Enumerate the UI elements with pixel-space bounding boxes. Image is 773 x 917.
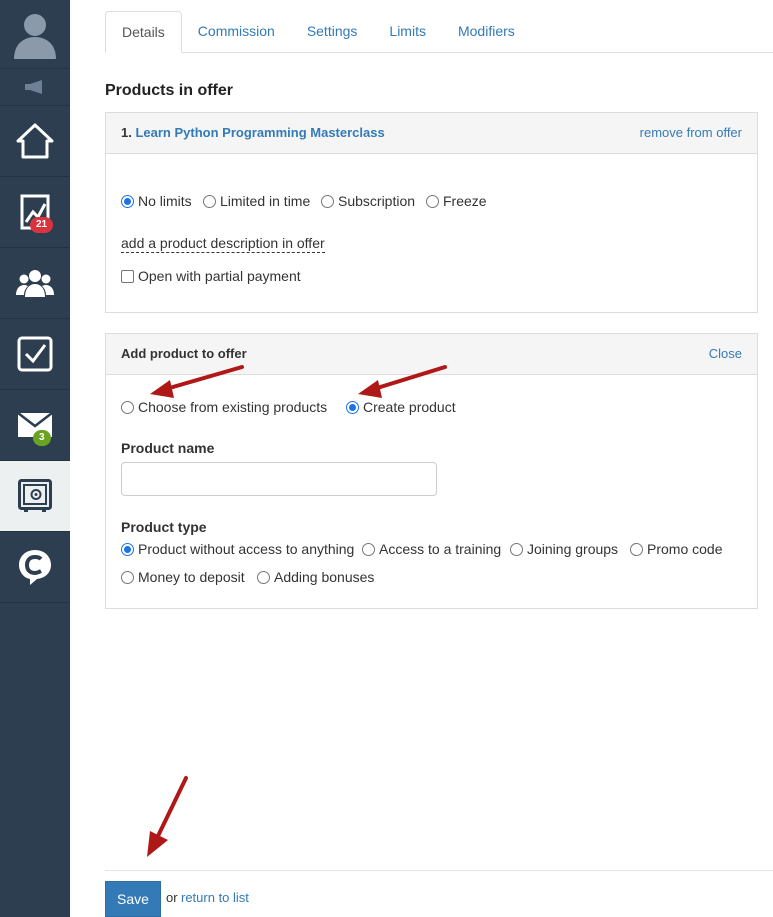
avatar[interactable] bbox=[0, 0, 70, 69]
add-product-title: Add product to offer bbox=[121, 346, 247, 361]
type-option-deposit[interactable]: Money to deposit bbox=[121, 569, 245, 585]
home-icon bbox=[16, 123, 54, 159]
close-link[interactable]: Close bbox=[709, 346, 742, 361]
type-option-groups[interactable]: Joining groups bbox=[510, 541, 618, 557]
main-content: Details Commission Settings Limits Modif… bbox=[70, 0, 773, 917]
offer-product-header: 1. Learn Python Programming Masterclass … bbox=[106, 113, 757, 154]
radio-dot bbox=[362, 542, 375, 556]
radio-dot bbox=[121, 194, 134, 208]
access-options-group: No limits bbox=[121, 193, 192, 211]
radio-label: Freeze bbox=[443, 193, 487, 209]
product-name-input[interactable] bbox=[121, 462, 437, 496]
tasks-checkbox-icon bbox=[17, 336, 53, 372]
access-option-limited-time[interactable]: Limited in time bbox=[203, 193, 310, 209]
reports-badge: 21 bbox=[30, 217, 54, 233]
radio-label: Promo code bbox=[647, 541, 723, 557]
announcements-item[interactable] bbox=[0, 69, 70, 106]
remove-from-offer-link[interactable]: remove from offer bbox=[640, 125, 742, 140]
product-name-link[interactable]: Learn Python Programming Masterclass bbox=[135, 125, 384, 140]
or-text: or bbox=[166, 890, 178, 905]
radio-dot bbox=[257, 570, 270, 584]
offer-product-title: 1. Learn Python Programming Masterclass bbox=[121, 125, 385, 140]
return-to-list-link[interactable]: return to list bbox=[181, 890, 249, 905]
megaphone-icon bbox=[25, 80, 42, 94]
users-icon bbox=[16, 270, 54, 297]
radio-dot bbox=[121, 542, 134, 556]
radio-label: Choose from existing products bbox=[138, 399, 328, 415]
radio-dot bbox=[510, 542, 523, 556]
radio-label: No limits bbox=[138, 193, 192, 209]
source-option-create[interactable]: Create product bbox=[346, 399, 456, 415]
radio-dot bbox=[426, 194, 439, 208]
checkbox-label: Open with partial payment bbox=[138, 268, 301, 284]
radio-label: Adding bonuses bbox=[274, 569, 375, 585]
sidebar-item-tasks[interactable] bbox=[0, 319, 70, 390]
sidebar-item-shop[interactable] bbox=[0, 461, 70, 532]
checkbox-box bbox=[121, 269, 134, 283]
partial-payment-checkbox[interactable]: Open with partial payment bbox=[121, 268, 301, 284]
radio-label: Subscription bbox=[338, 193, 416, 209]
access-option-subscription[interactable]: Subscription bbox=[321, 193, 415, 209]
product-type-label: Product type bbox=[121, 519, 207, 535]
radio-label: Product without access to anything bbox=[138, 541, 355, 557]
tab-modifiers[interactable]: Modifiers bbox=[442, 11, 531, 53]
radio-label: Limited in time bbox=[220, 193, 311, 209]
safe-icon bbox=[18, 479, 52, 512]
radio-label: Money to deposit bbox=[138, 569, 245, 585]
type-option-promo[interactable]: Promo code bbox=[630, 541, 722, 557]
radio-dot bbox=[630, 542, 643, 556]
messages-badge: 3 bbox=[33, 430, 51, 446]
type-option-no-access[interactable]: Product without access to anything bbox=[121, 541, 354, 557]
avatar-icon bbox=[14, 14, 56, 59]
offer-product-panel: 1. Learn Python Programming Masterclass … bbox=[105, 112, 758, 313]
tab-bar: Details Commission Settings Limits Modif… bbox=[105, 11, 773, 53]
type-option-bonuses[interactable]: Adding bonuses bbox=[257, 569, 374, 585]
tab-settings[interactable]: Settings bbox=[291, 11, 374, 53]
radio-dot bbox=[121, 570, 134, 584]
sidebar: 21 3 bbox=[0, 0, 70, 917]
sidebar-item-chat[interactable] bbox=[0, 532, 70, 603]
sidebar-item-home[interactable] bbox=[0, 106, 70, 177]
access-option-freeze[interactable]: Freeze bbox=[426, 193, 487, 209]
tab-details[interactable]: Details bbox=[105, 11, 182, 53]
radio-dot bbox=[321, 194, 334, 208]
radio-label: Access to a training bbox=[379, 541, 502, 557]
radio-label: Joining groups bbox=[527, 541, 619, 557]
radio-dot bbox=[346, 400, 359, 414]
radio-label: Create product bbox=[363, 399, 456, 415]
add-product-panel: Add product to offer Close Choose from e… bbox=[105, 333, 758, 609]
product-name-label: Product name bbox=[121, 440, 215, 456]
type-option-training[interactable]: Access to a training bbox=[362, 541, 501, 557]
tab-commission[interactable]: Commission bbox=[182, 11, 291, 53]
radio-dot bbox=[121, 400, 134, 414]
sidebar-item-reports[interactable]: 21 bbox=[0, 177, 70, 248]
product-number: 1. bbox=[121, 125, 132, 140]
sidebar-item-messages[interactable]: 3 bbox=[0, 390, 70, 461]
radio-dot bbox=[203, 194, 216, 208]
save-button[interactable]: Save bbox=[105, 881, 161, 917]
tab-limits[interactable]: Limits bbox=[373, 11, 442, 53]
source-option-existing[interactable]: Choose from existing products bbox=[121, 399, 327, 415]
chat-c-icon bbox=[19, 550, 51, 585]
add-description-link[interactable]: add a product description in offer bbox=[121, 235, 325, 253]
page-title: Products in offer bbox=[105, 82, 234, 99]
access-option-no-limits[interactable]: No limits bbox=[121, 193, 192, 209]
sidebar-item-users[interactable] bbox=[0, 248, 70, 319]
add-product-header: Add product to offer Close bbox=[106, 334, 757, 375]
form-footer: Save or return to list bbox=[105, 870, 773, 917]
